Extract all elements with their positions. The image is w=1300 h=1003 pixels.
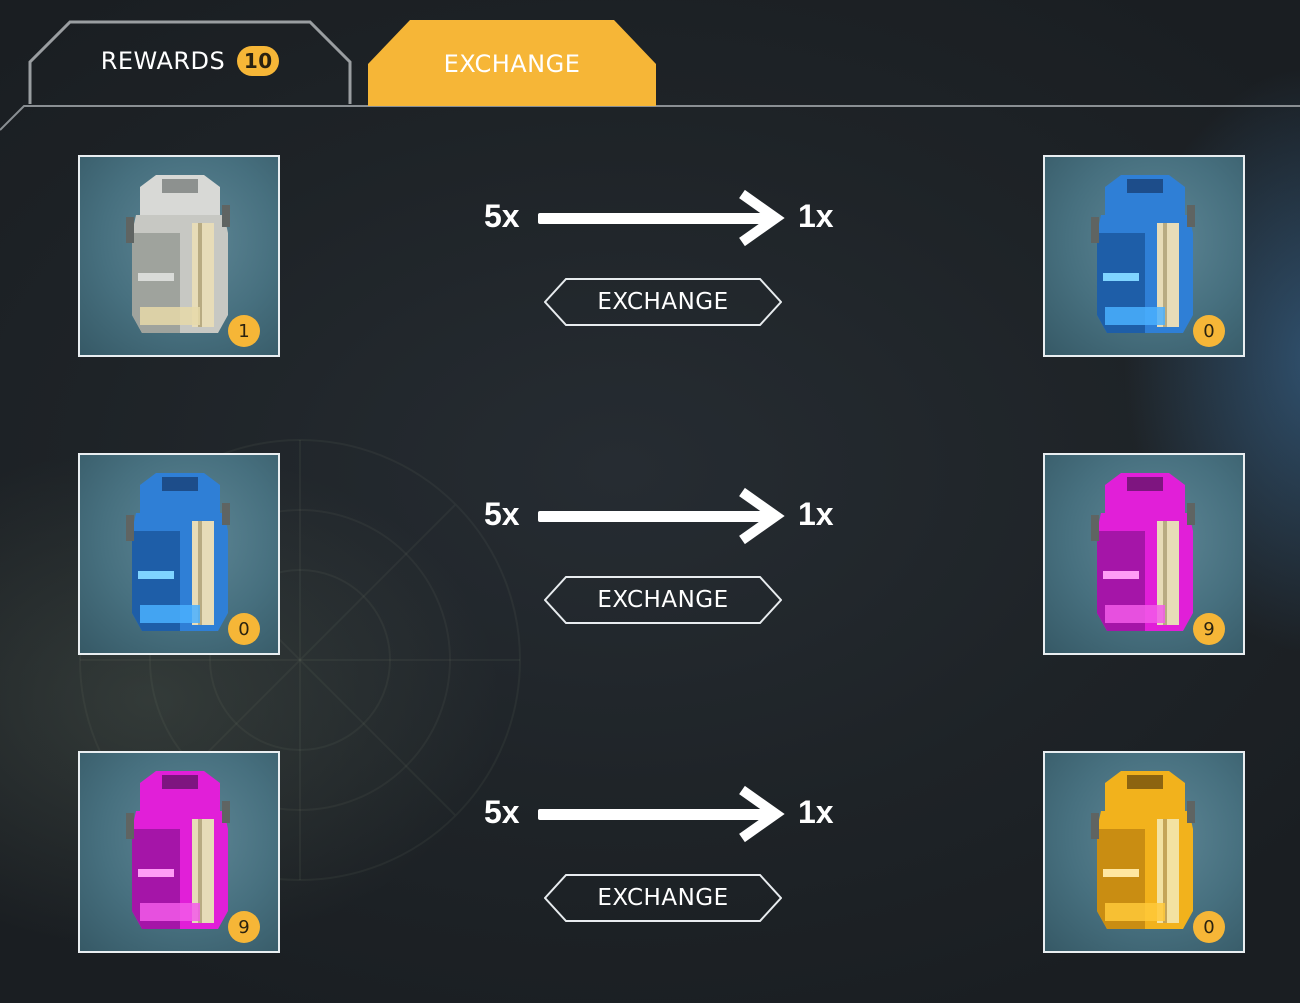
exchange-button-label: EXCHANGE bbox=[597, 885, 729, 911]
from-quantity: 5x bbox=[484, 794, 520, 830]
to-quantity: 1x bbox=[798, 496, 834, 532]
exchange-button[interactable]: EXCHANGE bbox=[544, 278, 782, 326]
exchange-ratio: 5x 1x bbox=[480, 486, 840, 546]
exchange-button[interactable]: EXCHANGE bbox=[544, 874, 782, 922]
arrow-right-icon bbox=[538, 785, 785, 843]
exchange-source-item[interactable]: 9 bbox=[78, 751, 280, 953]
exchange-source-item[interactable]: 0 bbox=[78, 453, 280, 655]
item-count-badge: 0 bbox=[228, 613, 260, 645]
item-count-badge: 9 bbox=[228, 911, 260, 943]
exchange-ratio: 5x 1x bbox=[480, 784, 840, 844]
to-quantity: 1x bbox=[798, 794, 834, 830]
tab-exchange-label: EXCHANGE bbox=[443, 50, 581, 78]
rewards-count-badge: 10 bbox=[237, 46, 280, 76]
from-quantity: 5x bbox=[484, 198, 520, 234]
item-count-badge: 9 bbox=[1193, 613, 1225, 645]
exchange-button-label: EXCHANGE bbox=[597, 289, 729, 315]
tab-exchange[interactable]: EXCHANGE bbox=[368, 20, 656, 106]
exchange-target-item[interactable]: 0 bbox=[1043, 751, 1245, 953]
arrow-right-icon bbox=[538, 189, 785, 247]
exchange-source-item[interactable]: 1 bbox=[78, 155, 280, 357]
exchange-button-label: EXCHANGE bbox=[597, 587, 729, 613]
item-count-badge: 0 bbox=[1193, 911, 1225, 943]
tab-rewards-label: REWARDS bbox=[100, 47, 226, 75]
exchange-target-item[interactable]: 9 bbox=[1043, 453, 1245, 655]
exchange-ratio: 5x 1x bbox=[480, 188, 840, 248]
from-quantity: 5x bbox=[484, 496, 520, 532]
tab-rewards[interactable]: REWARDS 10 bbox=[28, 20, 352, 106]
arrow-right-icon bbox=[538, 487, 785, 545]
exchange-button[interactable]: EXCHANGE bbox=[544, 576, 782, 624]
item-count-badge: 1 bbox=[228, 315, 260, 347]
item-count-badge: 0 bbox=[1193, 315, 1225, 347]
exchange-target-item[interactable]: 0 bbox=[1043, 155, 1245, 357]
to-quantity: 1x bbox=[798, 198, 834, 234]
